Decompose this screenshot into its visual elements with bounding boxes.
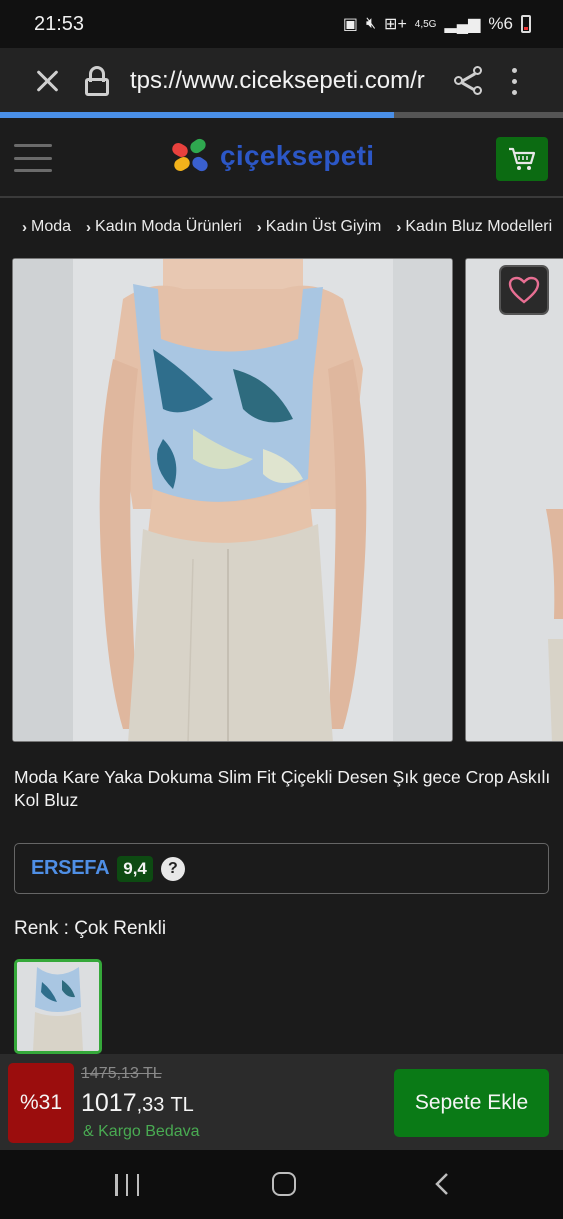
- chevron-right-icon: ›: [256, 218, 262, 236]
- site-header: çiçeksepeti: [0, 118, 563, 198]
- help-icon[interactable]: ?: [160, 856, 185, 881]
- lock-icon[interactable]: [84, 66, 110, 96]
- seller-score-badge: 9,4: [117, 855, 153, 882]
- recent-apps-icon[interactable]: [115, 1174, 139, 1196]
- mute-icon: 🔇︎: [365, 15, 377, 32]
- flower-logo-icon: [170, 136, 212, 174]
- cart-icon: [509, 147, 536, 170]
- logo-text: çiçeksepeti: [220, 140, 375, 171]
- color-swatch-selected[interactable]: [14, 959, 102, 1054]
- status-time: 21:53: [34, 12, 85, 35]
- heart-icon: [508, 276, 540, 304]
- battery-percent: %6: [488, 14, 513, 33]
- product-image-secondary[interactable]: [465, 258, 563, 742]
- more-menu-icon[interactable]: [512, 67, 518, 95]
- chevron-right-icon: ›: [86, 218, 92, 236]
- product-title: Moda Kare Yaka Dokuma Slim Fit Çiçekli D…: [14, 767, 551, 810]
- current-price: 1017,33 TL: [81, 1089, 194, 1117]
- breadcrumb-item-moda[interactable]: › Moda: [22, 218, 71, 236]
- site-logo[interactable]: çiçeksepeti: [170, 136, 375, 174]
- chevron-right-icon: ›: [22, 218, 27, 236]
- breadcrumb-item-kadin-ust-giyim[interactable]: › Kadın Üst Giyim: [257, 218, 382, 236]
- seller-name[interactable]: ERSEFA: [31, 857, 110, 880]
- chevron-right-icon: ›: [396, 218, 402, 236]
- home-icon[interactable]: [272, 1172, 296, 1196]
- breadcrumb-item-kadin-bluz[interactable]: › Kadın Bluz Modelleri: [396, 218, 552, 236]
- product-photo: [13, 259, 452, 741]
- favorite-button[interactable]: [499, 265, 549, 315]
- signal-icon: ▂▄▆: [444, 16, 481, 33]
- close-icon[interactable]: [34, 67, 62, 95]
- hamburger-menu-icon[interactable]: [14, 144, 52, 172]
- free-shipping-label: & Kargo Bedava: [83, 1123, 200, 1140]
- battery-icon: [521, 15, 531, 33]
- url-text[interactable]: tps://www.ciceksepeti.com/r: [130, 67, 432, 95]
- seller-box[interactable]: ERSEFA 9,4 ?: [14, 843, 549, 894]
- color-label: Renk : Çok Renkli: [14, 918, 167, 939]
- share-icon[interactable]: [454, 66, 484, 96]
- old-price: 1475,13 TL: [81, 1065, 162, 1082]
- discount-badge: %31: [8, 1063, 74, 1143]
- network-label: 4,5G: [414, 18, 437, 30]
- system-nav-bar: [0, 1150, 563, 1219]
- hd-voice-icon: ⊞+: [384, 16, 407, 33]
- breadcrumb-item-kadin-moda[interactable]: › Kadın Moda Ürünleri: [86, 218, 242, 236]
- status-icons: ▣ 🔇︎ ⊞+ 4,5G ▂▄▆ %6: [343, 14, 531, 34]
- breadcrumb: › Moda › Kadın Moda Ürünleri › Kadın Üst Gi…: [0, 212, 563, 242]
- status-bar: 21:53 ▣ 🔇︎ ⊞+ 4,5G ▂▄▆ %6: [0, 0, 563, 48]
- cart-button[interactable]: [496, 137, 548, 181]
- add-to-cart-button[interactable]: Sepete Ekle: [394, 1069, 549, 1137]
- price-bar: %31 1475,13 TL 1017,33 TL & Kargo Bedava …: [0, 1054, 563, 1150]
- back-icon[interactable]: [434, 1172, 450, 1196]
- browser-url-bar: tps://www.ciceksepeti.com/r: [0, 48, 563, 114]
- notification-icon: ▣: [342, 16, 358, 33]
- product-image-main[interactable]: [12, 258, 453, 742]
